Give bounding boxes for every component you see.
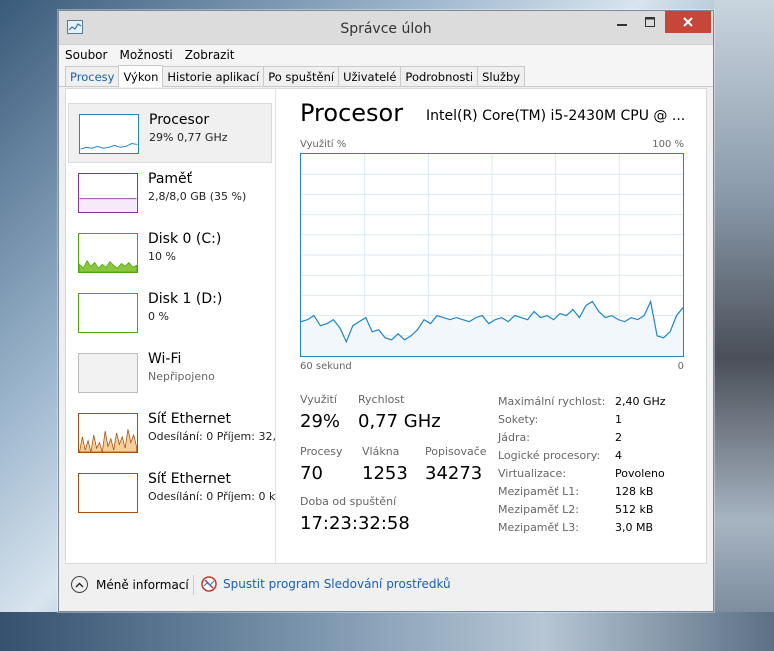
close-icon xyxy=(683,17,693,27)
processes-value: 70 xyxy=(300,463,323,484)
graph-axis-label-top-left: Využití % xyxy=(300,139,347,150)
processes-label: Procesy xyxy=(300,445,343,458)
spec-max-speed-value: 2,40 GHz xyxy=(615,395,666,408)
spec-logical-value: 4 xyxy=(615,449,622,462)
cpu-detail-pane: Procesor Intel(R) Core(TM) i5-2430M CPU … xyxy=(292,89,706,563)
spec-l2-value: 512 kB xyxy=(615,503,654,516)
sidebar-item-detail: 0 % xyxy=(148,310,169,323)
sidebar-item-cpu[interactable]: Procesor 29% 0,77 GHz xyxy=(68,103,272,163)
sidebar-item-detail: Odesílání: 0 Příjem: 32,0 xyxy=(148,430,276,443)
tab-podrobnosti[interactable]: Podrobnosti xyxy=(400,66,479,86)
disk0-thumbnail-graph xyxy=(78,233,138,273)
memory-thumbnail-graph xyxy=(78,173,138,213)
sidebar-item-wifi[interactable]: Wi-Fi Nepřipojeno xyxy=(68,343,272,403)
sidebar-item-detail: 10 % xyxy=(148,250,176,263)
tab-procesy[interactable]: Procesy xyxy=(65,66,120,86)
spec-l2-label: Mezipaměť L2: xyxy=(498,503,579,516)
disk1-thumbnail-graph xyxy=(78,293,138,333)
spec-cores-label: Jádra: xyxy=(498,431,530,444)
sidebar-item-disk-1[interactable]: Disk 1 (D:) 0 % xyxy=(68,283,272,343)
page-title: Procesor xyxy=(300,99,404,127)
tab-bar: Procesy Výkon Historie aplikací Po spušt… xyxy=(59,65,713,87)
spec-l3-label: Mezipaměť L3: xyxy=(498,521,579,534)
graph-axis-label-top-right: 100 % xyxy=(652,139,684,150)
fewer-details-button[interactable]: Méně informací xyxy=(71,576,189,593)
speed-label: Rychlost xyxy=(358,393,405,406)
spec-virtualization-label: Virtualizace: xyxy=(498,467,567,480)
resource-monitor-link[interactable]: Spustit program Sledování prostředků xyxy=(201,576,451,592)
resource-monitor-icon xyxy=(201,576,217,592)
ethernet2-thumbnail-graph xyxy=(78,473,138,513)
sidebar-item-ethernet-2[interactable]: Síť Ethernet Odesílání: 0 Příjem: 0 kb xyxy=(68,463,275,523)
sidebar-item-name: Disk 0 (C:) xyxy=(148,231,222,247)
title-bar[interactable]: Správce úloh xyxy=(59,11,713,45)
uptime-label: Doba od spuštění xyxy=(300,495,397,508)
menu-zobrazit[interactable]: Zobrazit xyxy=(185,48,235,62)
maximize-icon xyxy=(645,17,655,27)
spec-l3-value: 3,0 MB xyxy=(615,521,654,534)
tab-uzivatele[interactable]: Uživatelé xyxy=(338,66,402,86)
uptime-value: 17:23:32:58 xyxy=(300,513,410,534)
usage-value: 29% xyxy=(300,411,341,432)
minimize-icon xyxy=(617,24,627,26)
usage-label: Využití xyxy=(300,393,337,406)
spec-logical-label: Logické procesory: xyxy=(498,449,601,462)
tab-vykon[interactable]: Výkon xyxy=(118,65,164,87)
handles-value: 34273 xyxy=(425,463,483,484)
speed-value: 0,77 GHz xyxy=(358,411,441,432)
sidebar-item-detail: 29% 0,77 GHz xyxy=(149,131,228,144)
menu-moznosti[interactable]: Možnosti xyxy=(119,48,172,62)
sidebar-item-name: Disk 1 (D:) xyxy=(148,291,223,307)
sidebar-item-memory[interactable]: Paměť 2,8/8,0 GB (35 %) xyxy=(68,163,272,223)
threads-value: 1253 xyxy=(362,463,408,484)
tab-po-spusteni[interactable]: Po spuštění xyxy=(263,66,340,86)
sidebar-item-detail: Nepřipojeno xyxy=(148,370,215,383)
resource-monitor-label: Spustit program Sledování prostředků xyxy=(223,577,451,591)
tab-historie-aplikaci[interactable]: Historie aplikací xyxy=(162,66,265,86)
sidebar-item-name: Síť Ethernet xyxy=(148,471,232,487)
spec-cores-value: 2 xyxy=(615,431,622,444)
spec-sockets-label: Sokety: xyxy=(498,413,539,426)
desktop-background-bottom xyxy=(0,612,774,651)
chevron-up-icon xyxy=(71,576,88,593)
performance-panel: Procesor 29% 0,77 GHz Paměť 2,8/8,0 GB (… xyxy=(65,88,707,564)
cpu-model-name: Intel(R) Core(TM) i5-2430M CPU @ ... xyxy=(426,108,686,124)
spec-virtualization-value: Povoleno xyxy=(615,467,665,480)
menu-bar: Soubor Možnosti Zobrazit xyxy=(59,45,713,65)
sidebar-item-name: Síť Ethernet xyxy=(148,411,232,427)
minimize-button[interactable] xyxy=(607,11,637,33)
sidebar-item-ethernet-1[interactable]: Síť Ethernet Odesílání: 0 Příjem: 32,0 xyxy=(68,403,275,463)
tab-sluzby[interactable]: Služby xyxy=(477,66,526,86)
wifi-thumbnail-graph xyxy=(78,353,138,393)
close-button[interactable] xyxy=(665,11,711,33)
maximize-button[interactable] xyxy=(637,11,663,33)
cpu-thumbnail-graph xyxy=(79,114,139,154)
graph-axis-label-bottom-left: 60 sekund xyxy=(300,361,352,372)
cpu-usage-graph xyxy=(300,153,684,357)
resource-sidebar: Procesor 29% 0,77 GHz Paměť 2,8/8,0 GB (… xyxy=(66,89,276,563)
spec-max-speed-label: Maximální rychlost: xyxy=(498,395,606,408)
threads-label: Vlákna xyxy=(362,445,400,458)
spec-l1-value: 128 kB xyxy=(615,485,654,498)
sidebar-item-name: Procesor xyxy=(149,112,210,128)
sidebar-item-detail: 2,8/8,0 GB (35 %) xyxy=(148,190,247,203)
footer-bar: Méně informací Spustit program Sledování… xyxy=(65,567,707,607)
graph-axis-label-bottom-right: 0 xyxy=(677,361,684,372)
task-manager-window: Správce úloh Soubor Možnosti Zobrazit Pr… xyxy=(58,10,714,612)
desktop-background-right xyxy=(714,0,774,651)
menu-soubor[interactable]: Soubor xyxy=(65,48,107,62)
handles-label: Popisovače xyxy=(425,445,487,458)
spec-l1-label: Mezipaměť L1: xyxy=(498,485,579,498)
sidebar-item-name: Paměť xyxy=(148,171,193,187)
footer-divider xyxy=(193,575,194,595)
spec-sockets-value: 1 xyxy=(615,413,622,426)
ethernet1-thumbnail-graph xyxy=(78,413,138,453)
fewer-details-label: Méně informací xyxy=(96,577,189,592)
sidebar-item-detail: Odesílání: 0 Příjem: 0 kb xyxy=(148,490,276,503)
sidebar-item-name: Wi-Fi xyxy=(148,351,182,367)
sidebar-item-disk-0[interactable]: Disk 0 (C:) 10 % xyxy=(68,223,272,283)
